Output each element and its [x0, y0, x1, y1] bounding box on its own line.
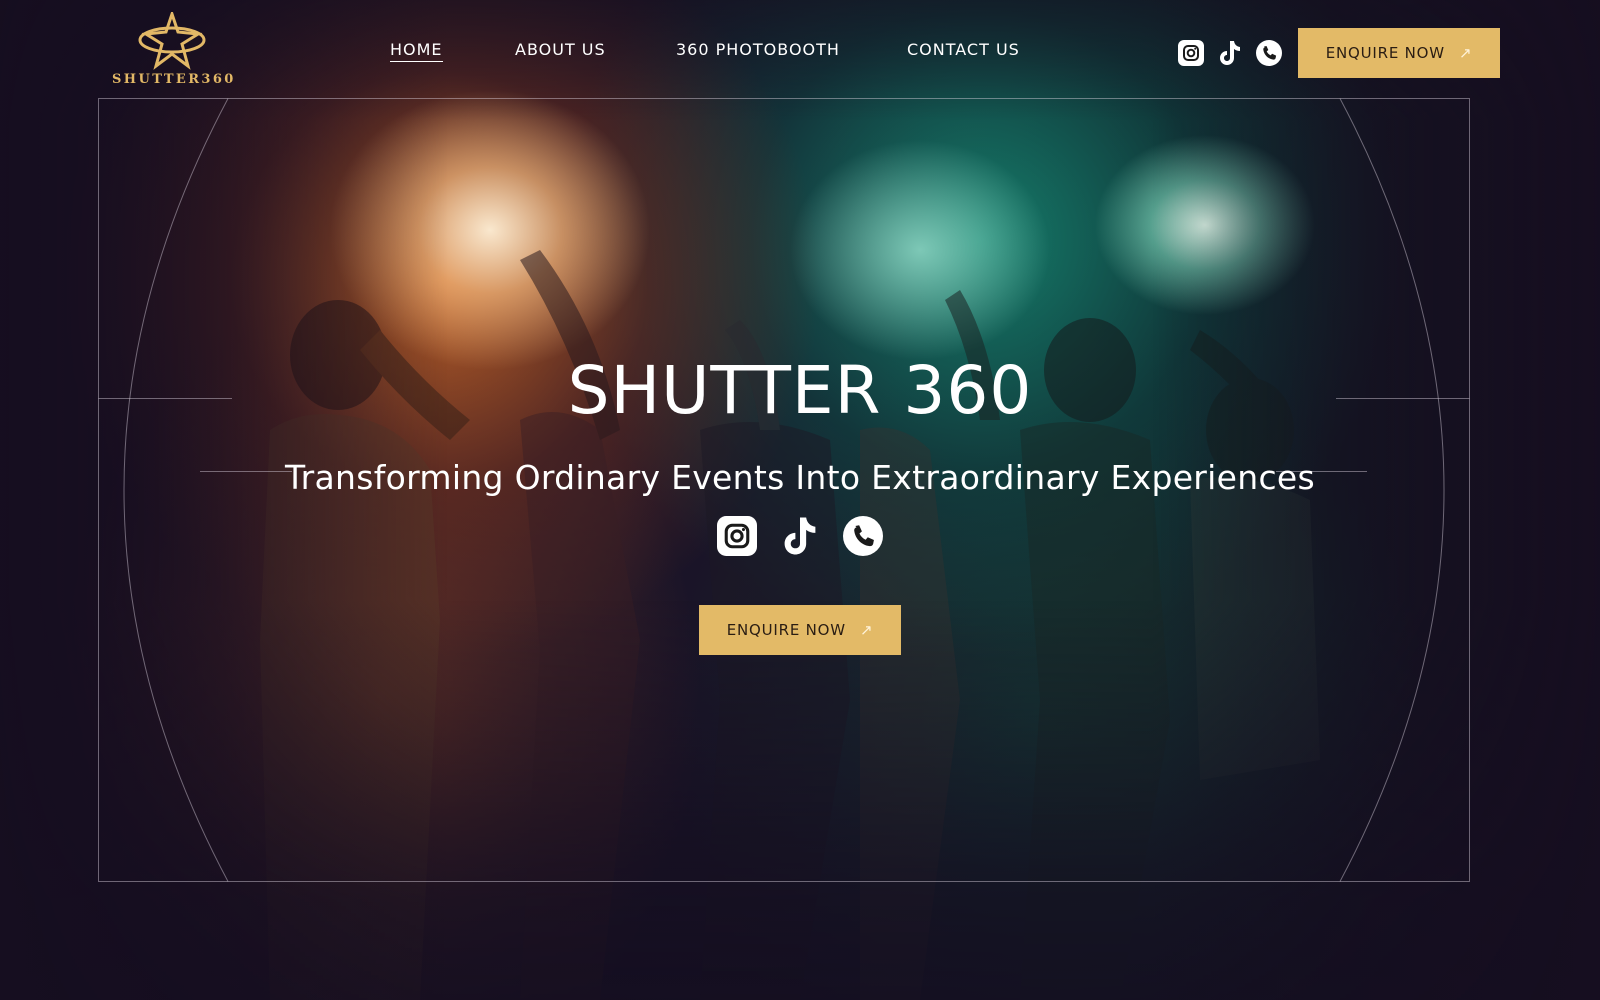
hero-social-links: [0, 516, 1600, 556]
hero-enquire-label: ENQUIRE NOW: [726, 621, 846, 639]
instagram-icon[interactable]: [1178, 40, 1204, 66]
hero-title: SHUTTER 360: [567, 352, 1033, 429]
background-vignette: [0, 0, 1600, 1000]
header-enquire-now-button[interactable]: ENQUIRE NOW ↗: [1298, 28, 1500, 78]
arrow-up-right-icon: ↗: [859, 621, 874, 639]
header-enquire-label: ENQUIRE NOW: [1325, 44, 1445, 62]
instagram-icon[interactable]: [717, 516, 757, 556]
tiktok-icon[interactable]: [781, 516, 819, 556]
site-header: SHUTTER360 HOME ABOUT US 360 PHOTOBOOTH …: [0, 0, 1600, 100]
brand-logo-text: SHUTTER360: [112, 72, 236, 87]
header-social-links: [1178, 40, 1282, 66]
arrow-up-right-icon: ↗: [1458, 44, 1473, 62]
nav-item-about-us[interactable]: ABOUT US: [515, 40, 606, 59]
phone-icon[interactable]: [843, 516, 883, 556]
tiktok-icon[interactable]: [1218, 40, 1242, 66]
nav-item-360-photobooth[interactable]: 360 PHOTOBOOTH: [676, 40, 840, 59]
phone-icon[interactable]: [1256, 40, 1282, 66]
hero-enquire-now-button[interactable]: ENQUIRE NOW ↗: [699, 605, 901, 655]
nav-item-contact-us[interactable]: CONTACT US: [907, 40, 1020, 59]
hero-subtitle: Transforming Ordinary Events Into Extrao…: [285, 458, 1315, 497]
nav-item-home[interactable]: HOME: [390, 40, 443, 62]
